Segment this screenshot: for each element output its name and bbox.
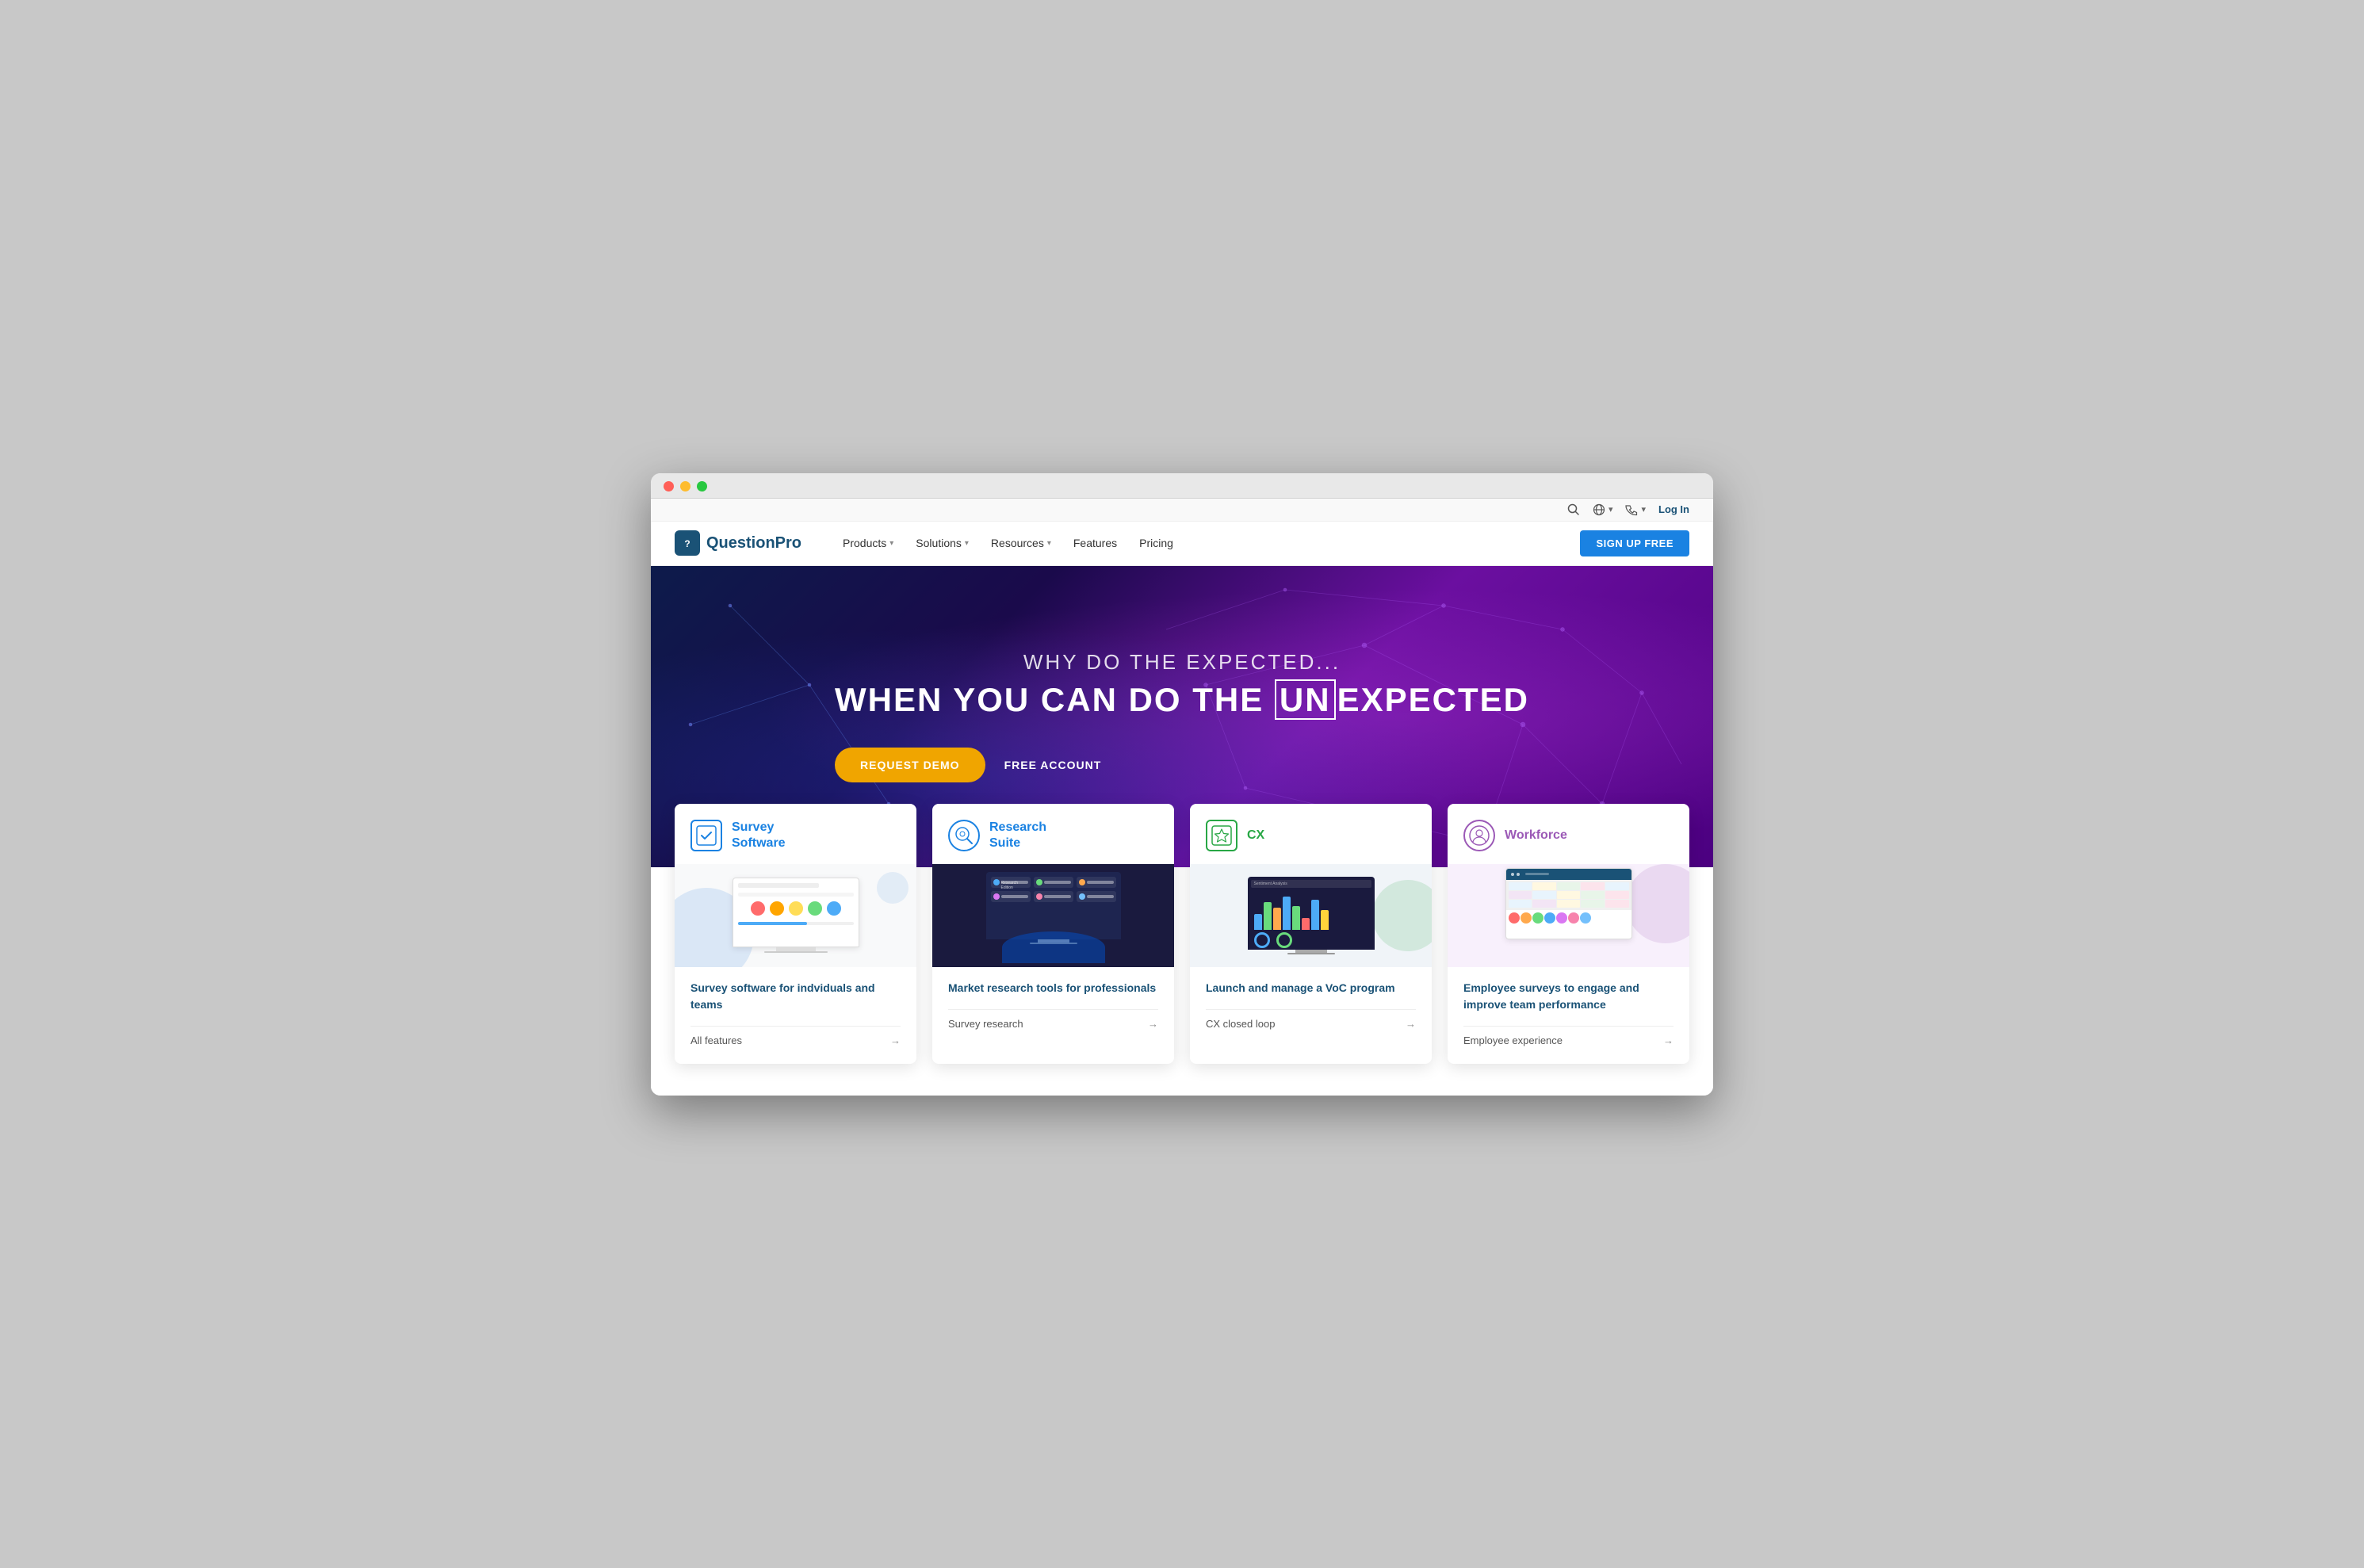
cx-icon [1206, 820, 1237, 851]
product-cx-name: CX [1247, 828, 1264, 843]
browser-window: ▾ ▾ Log In ? QuestionPro Products ▾ [651, 473, 1713, 1096]
hero-subtitle: WHY DO THE EXPECTED... [835, 650, 1529, 675]
product-card-survey-header: Survey Software [675, 804, 916, 864]
chevron-down-icon: ▾ [965, 539, 969, 548]
product-card-workforce: Workforce [1448, 804, 1689, 1064]
product-research-link-1[interactable]: Survey research → [948, 1009, 1158, 1038]
product-workforce-image [1448, 864, 1689, 967]
product-survey-description: Survey software for indviduals and teams [690, 980, 901, 1013]
product-workforce-name: Workforce [1505, 828, 1567, 843]
product-research-description: Market research tools for professionals [948, 980, 1158, 996]
browser-chrome [651, 473, 1713, 499]
nav-item-pricing[interactable]: Pricing [1130, 532, 1183, 554]
product-card-research-header: Research Suite [932, 804, 1174, 864]
products-section: Survey Software [651, 804, 1713, 1096]
nav-item-features[interactable]: Features [1064, 532, 1127, 554]
minimize-button[interactable] [680, 481, 690, 491]
logo-text: QuestionPro [706, 534, 801, 553]
arrow-icon: → [890, 1034, 901, 1046]
products-grid: Survey Software [675, 804, 1689, 1064]
product-research-body: Market research tools for professionals … [932, 967, 1174, 1064]
logo-icon: ? [675, 530, 700, 556]
product-cx-description: Launch and manage a VoC program [1206, 980, 1416, 996]
hero-un-box: UN [1275, 679, 1336, 720]
logo[interactable]: ? QuestionPro [675, 530, 801, 556]
signup-button[interactable]: SIGN UP FREE [1580, 530, 1689, 556]
arrow-icon: → [1406, 1018, 1416, 1030]
product-survey-body: Survey software for indviduals and teams… [675, 967, 916, 1064]
product-workforce-body: Employee surveys to engage and improve t… [1448, 967, 1689, 1064]
free-account-link[interactable]: FREE ACCOUNT [1004, 759, 1102, 771]
login-link[interactable]: Log In [1658, 503, 1689, 515]
nav-right: SIGN UP FREE [1580, 530, 1689, 556]
phone-icon[interactable]: ▾ [1625, 503, 1646, 516]
hero-text: WHY DO THE EXPECTED... WHEN YOU CAN DO T… [835, 650, 1529, 782]
product-card-cx: CX Sentiment Analysis [1190, 804, 1432, 1064]
search-icon[interactable] [1567, 503, 1580, 516]
product-card-research: Research Suite Research Edition [932, 804, 1174, 1064]
product-card-cx-header: CX [1190, 804, 1432, 864]
product-cx-body: Launch and manage a VoC program CX close… [1190, 967, 1432, 1064]
arrow-icon: → [1148, 1018, 1158, 1030]
nav-links: Products ▾ Solutions ▾ Resources ▾ Featu… [833, 532, 1580, 554]
hero-title-post: EXPECTED [1337, 681, 1529, 718]
product-survey-name: Survey Software [732, 820, 786, 850]
survey-icon [690, 820, 722, 851]
chevron-down-icon: ▾ [1047, 539, 1051, 548]
hero-title-pre: WHEN YOU CAN DO THE [835, 681, 1275, 718]
arrow-icon: → [1663, 1034, 1674, 1046]
chevron-down-icon: ▾ [889, 539, 893, 548]
utility-bar: ▾ ▾ Log In [651, 499, 1713, 522]
nav-item-resources[interactable]: Resources ▾ [981, 532, 1061, 554]
product-research-image: Research Edition [932, 864, 1174, 967]
product-workforce-link-1[interactable]: Employee experience → [1463, 1026, 1674, 1054]
main-nav: ? QuestionPro Products ▾ Solutions ▾ Res… [651, 522, 1713, 566]
product-cx-link-1[interactable]: CX closed loop → [1206, 1009, 1416, 1038]
product-survey-image [675, 864, 916, 967]
product-cx-image: Sentiment Analysis [1190, 864, 1432, 967]
research-icon [948, 820, 980, 851]
fullscreen-button[interactable] [697, 481, 707, 491]
product-workforce-description: Employee surveys to engage and improve t… [1463, 980, 1674, 1013]
product-survey-link-1[interactable]: All features → [690, 1026, 901, 1054]
product-card-workforce-header: Workforce [1448, 804, 1689, 864]
request-demo-button[interactable]: REQUEST DEMO [835, 748, 985, 782]
svg-text:?: ? [684, 538, 690, 549]
hero-actions: REQUEST DEMO FREE ACCOUNT [835, 748, 1529, 782]
globe-icon[interactable]: ▾ [1593, 503, 1613, 516]
nav-item-products[interactable]: Products ▾ [833, 532, 903, 554]
hero-title: WHEN YOU CAN DO THE UNEXPECTED [835, 681, 1529, 719]
nav-item-solutions[interactable]: Solutions ▾ [906, 532, 978, 554]
workforce-icon [1463, 820, 1495, 851]
close-button[interactable] [664, 481, 674, 491]
product-research-name: Research Suite [989, 820, 1046, 850]
product-card-survey: Survey Software [675, 804, 916, 1064]
